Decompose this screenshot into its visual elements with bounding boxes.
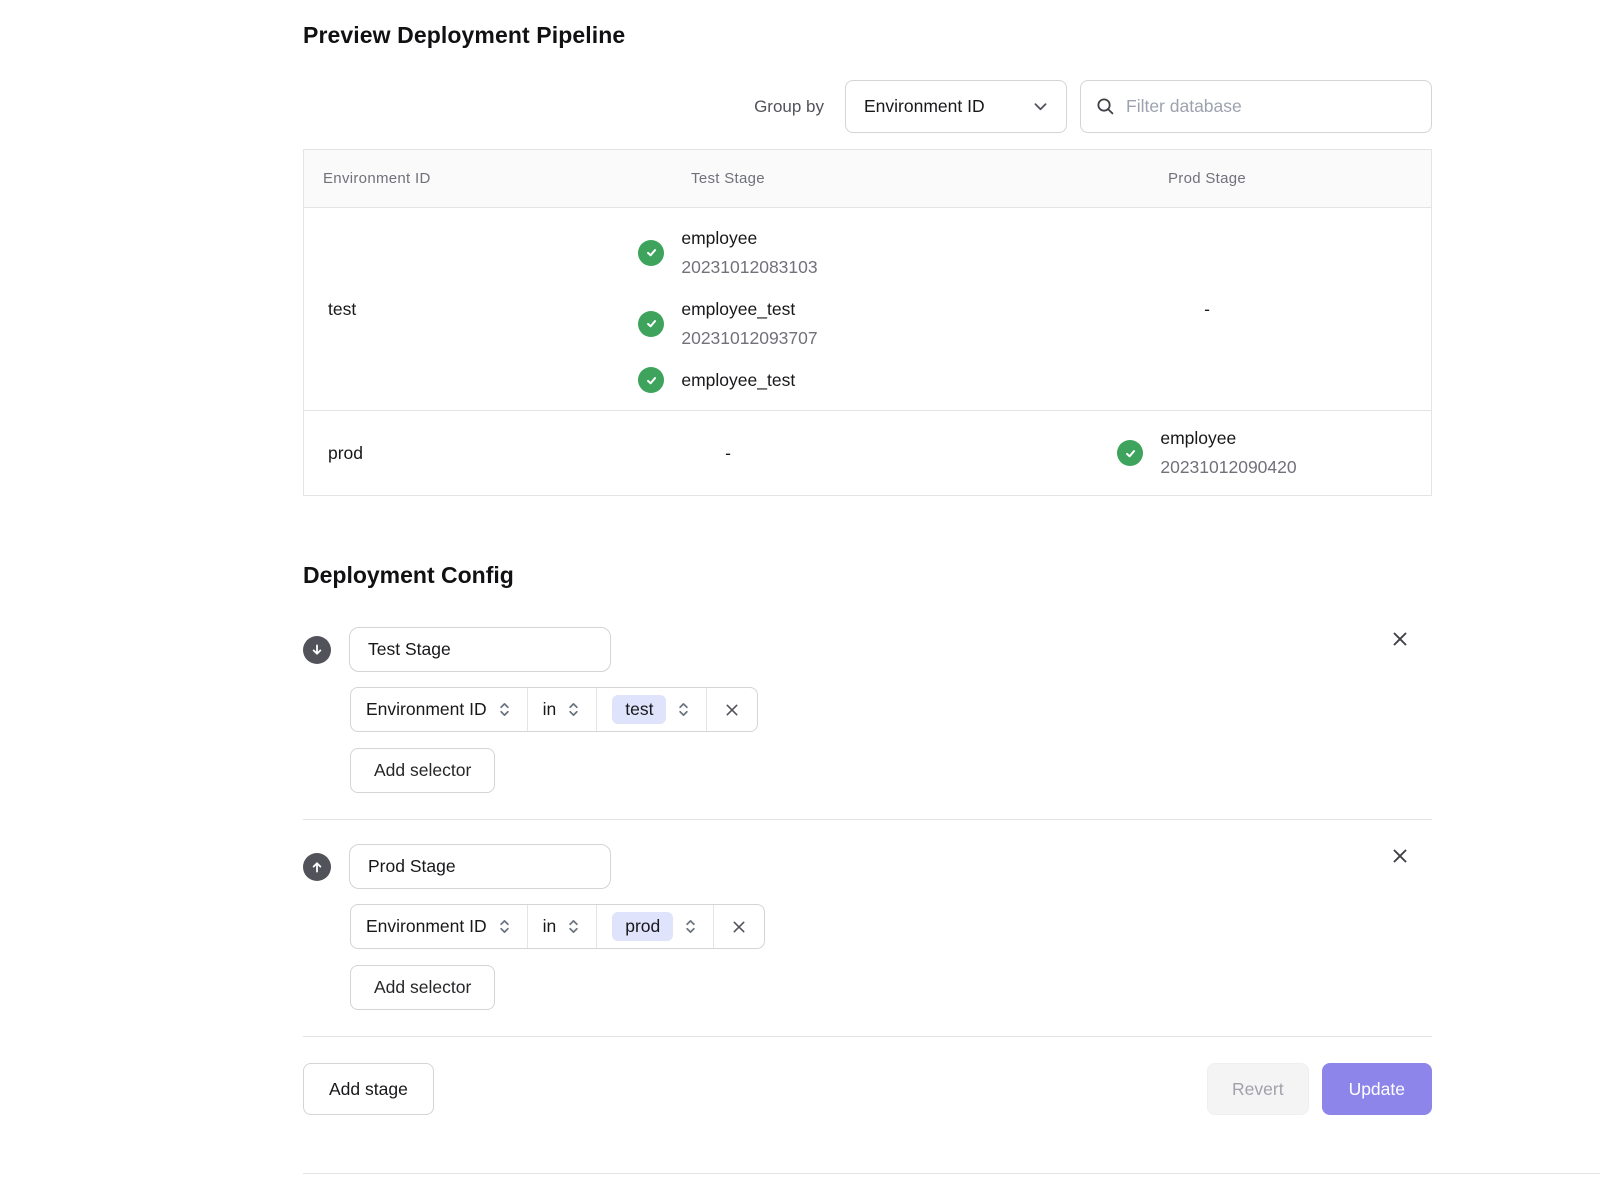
selector-field-select[interactable]: Environment ID (351, 688, 527, 731)
deployment-config-title: Deployment Config (303, 562, 1432, 589)
group-by-select[interactable]: Environment ID (845, 80, 1067, 133)
actions-row: Add stage Revert Update (303, 1063, 1432, 1115)
test-stage-cell: employee 20231012083103 employee_test 20… (475, 224, 981, 395)
update-button[interactable]: Update (1322, 1063, 1432, 1115)
database-name: employee (681, 224, 817, 253)
selector-field-value: Environment ID (366, 916, 487, 937)
sort-chevrons-icon (566, 700, 581, 719)
selector-rule: Environment ID in prod (350, 904, 765, 949)
selector-operator-select[interactable]: in (527, 905, 597, 948)
footer-divider (303, 1173, 1600, 1174)
divider (303, 819, 1432, 820)
toolbar: Group by Environment ID (303, 80, 1432, 133)
schema-version: 20231012083103 (681, 253, 817, 282)
stage-config-prod: Environment ID in prod Add selector (303, 844, 1432, 1010)
selector-field-value: Environment ID (366, 699, 487, 720)
deployment-item: employee 20231012090420 (1117, 424, 1296, 482)
database-name: employee_test (681, 366, 795, 395)
test-stage-cell: - (475, 443, 981, 464)
sort-chevrons-icon (497, 917, 512, 936)
deployment-item: employee_test (638, 366, 817, 395)
add-selector-button[interactable]: Add selector (350, 965, 495, 1010)
prod-stage-cell: employee 20231012090420 (981, 424, 1433, 482)
remove-stage-button[interactable] (1388, 627, 1412, 651)
column-header-environment-id: Environment ID (304, 150, 475, 207)
selector-rule: Environment ID in test (350, 687, 758, 732)
selector-value-select[interactable]: test (596, 688, 706, 731)
divider (303, 1036, 1432, 1037)
success-check-icon (638, 311, 664, 337)
add-selector-button[interactable]: Add selector (350, 748, 495, 793)
column-header-test-stage: Test Stage (475, 150, 981, 207)
filter-database-input[interactable] (1126, 96, 1417, 117)
selector-operator-value: in (543, 916, 557, 937)
environment-id-cell: test (304, 299, 475, 320)
database-name: employee_test (681, 295, 817, 324)
empty-value: - (725, 443, 731, 464)
deployment-item: employee_test 20231012093707 (638, 295, 817, 353)
schema-version: 20231012090420 (1160, 453, 1296, 482)
pipeline-table: Environment ID Test Stage Prod Stage tes… (303, 149, 1432, 496)
column-header-prod-stage: Prod Stage (981, 150, 1433, 207)
selector-value-pill: test (612, 695, 666, 724)
remove-stage-button[interactable] (1388, 844, 1412, 868)
arrow-up-circle-icon (303, 853, 331, 881)
page-title: Preview Deployment Pipeline (303, 22, 1432, 49)
selector-value-pill: prod (612, 912, 673, 941)
sort-chevrons-icon (676, 700, 691, 719)
stage-config-test: Environment ID in test Add selector (303, 627, 1432, 793)
empty-value: - (1204, 299, 1210, 320)
selector-field-select[interactable]: Environment ID (351, 905, 527, 948)
selector-operator-value: in (543, 699, 557, 720)
table-row: test employee 20231012083103 (304, 208, 1431, 410)
success-check-icon (638, 367, 664, 393)
environment-id-cell: prod (304, 443, 475, 464)
sort-chevrons-icon (497, 700, 512, 719)
success-check-icon (1117, 440, 1143, 466)
remove-selector-button[interactable] (713, 905, 764, 948)
stage-name-input[interactable] (349, 627, 611, 672)
table-header: Environment ID Test Stage Prod Stage (304, 150, 1431, 208)
selector-value-select[interactable]: prod (596, 905, 713, 948)
page: Preview Deployment Pipeline Group by Env… (0, 0, 1600, 1200)
arrow-down-circle-icon (303, 636, 331, 664)
success-check-icon (638, 240, 664, 266)
filter-database-box (1080, 80, 1432, 133)
schema-version: 20231012093707 (681, 324, 817, 353)
deployment-item: employee 20231012083103 (638, 224, 817, 282)
revert-button[interactable]: Revert (1207, 1063, 1309, 1115)
remove-selector-button[interactable] (706, 688, 757, 731)
database-name: employee (1160, 424, 1296, 453)
prod-stage-cell: - (981, 299, 1433, 320)
sort-chevrons-icon (683, 917, 698, 936)
group-by-label: Group by (754, 97, 824, 117)
chevron-down-icon (1032, 98, 1049, 115)
selector-operator-select[interactable]: in (527, 688, 597, 731)
table-row: prod - employee 20231012090420 (304, 410, 1431, 495)
group-by-value: Environment ID (864, 96, 985, 117)
add-stage-button[interactable]: Add stage (303, 1063, 434, 1115)
search-icon (1095, 96, 1116, 117)
stage-name-input[interactable] (349, 844, 611, 889)
sort-chevrons-icon (566, 917, 581, 936)
